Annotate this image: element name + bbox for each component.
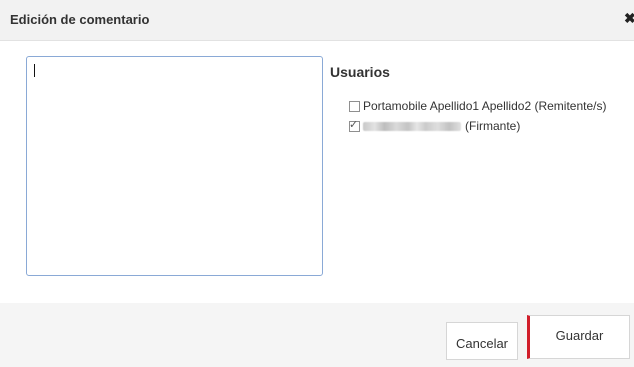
save-button[interactable]: Guardar — [527, 315, 630, 359]
user-option-firmante[interactable]: ✓ (Firmante) — [349, 118, 520, 134]
redacted-user-name — [363, 121, 461, 131]
user-label: (Firmante) — [465, 119, 521, 133]
dialog-header: Edición de comentario ✖ — [0, 0, 634, 41]
checkmark-icon: ✓ — [349, 118, 359, 131]
user-label: Portamobile Apellido1 Apellido2 (Remiten… — [363, 99, 607, 113]
text-cursor — [34, 64, 35, 77]
comment-textarea[interactable] — [26, 56, 323, 276]
dialog-title: Edición de comentario — [10, 12, 150, 27]
checkbox-unchecked[interactable] — [349, 100, 360, 112]
close-icon[interactable]: ✖ — [624, 10, 634, 27]
user-option-remitente[interactable]: Portamobile Apellido1 Apellido2 (Remiten… — [349, 98, 606, 114]
checkbox-checked[interactable]: ✓ — [349, 118, 360, 132]
cancel-button[interactable]: Cancelar — [446, 322, 518, 360]
users-heading: Usuarios — [330, 64, 390, 80]
